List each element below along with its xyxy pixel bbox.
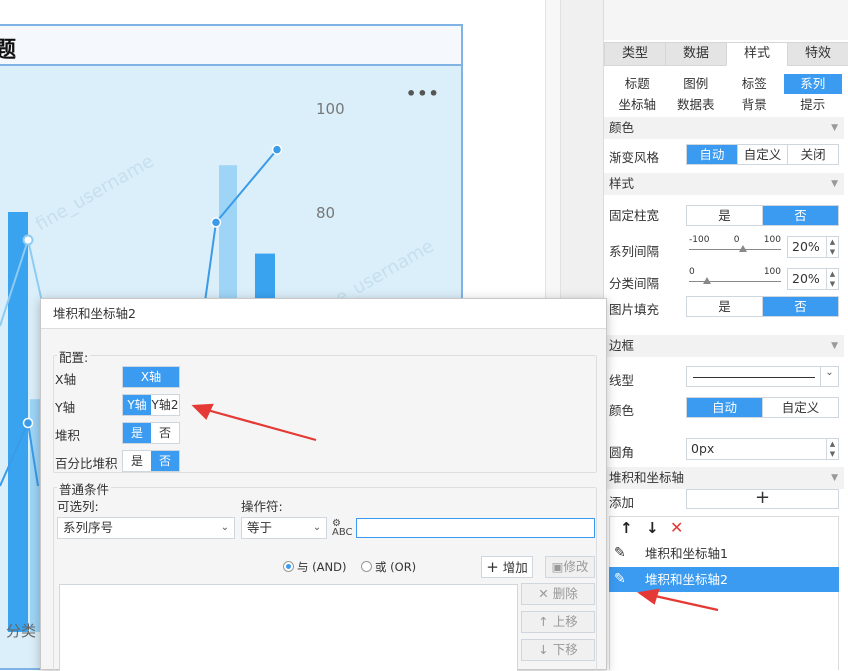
annotation-overlay <box>191 403 719 612</box>
arrowhead-icon <box>191 403 214 420</box>
annotation-arrow <box>199 406 317 442</box>
arrowhead-icon <box>637 588 660 605</box>
